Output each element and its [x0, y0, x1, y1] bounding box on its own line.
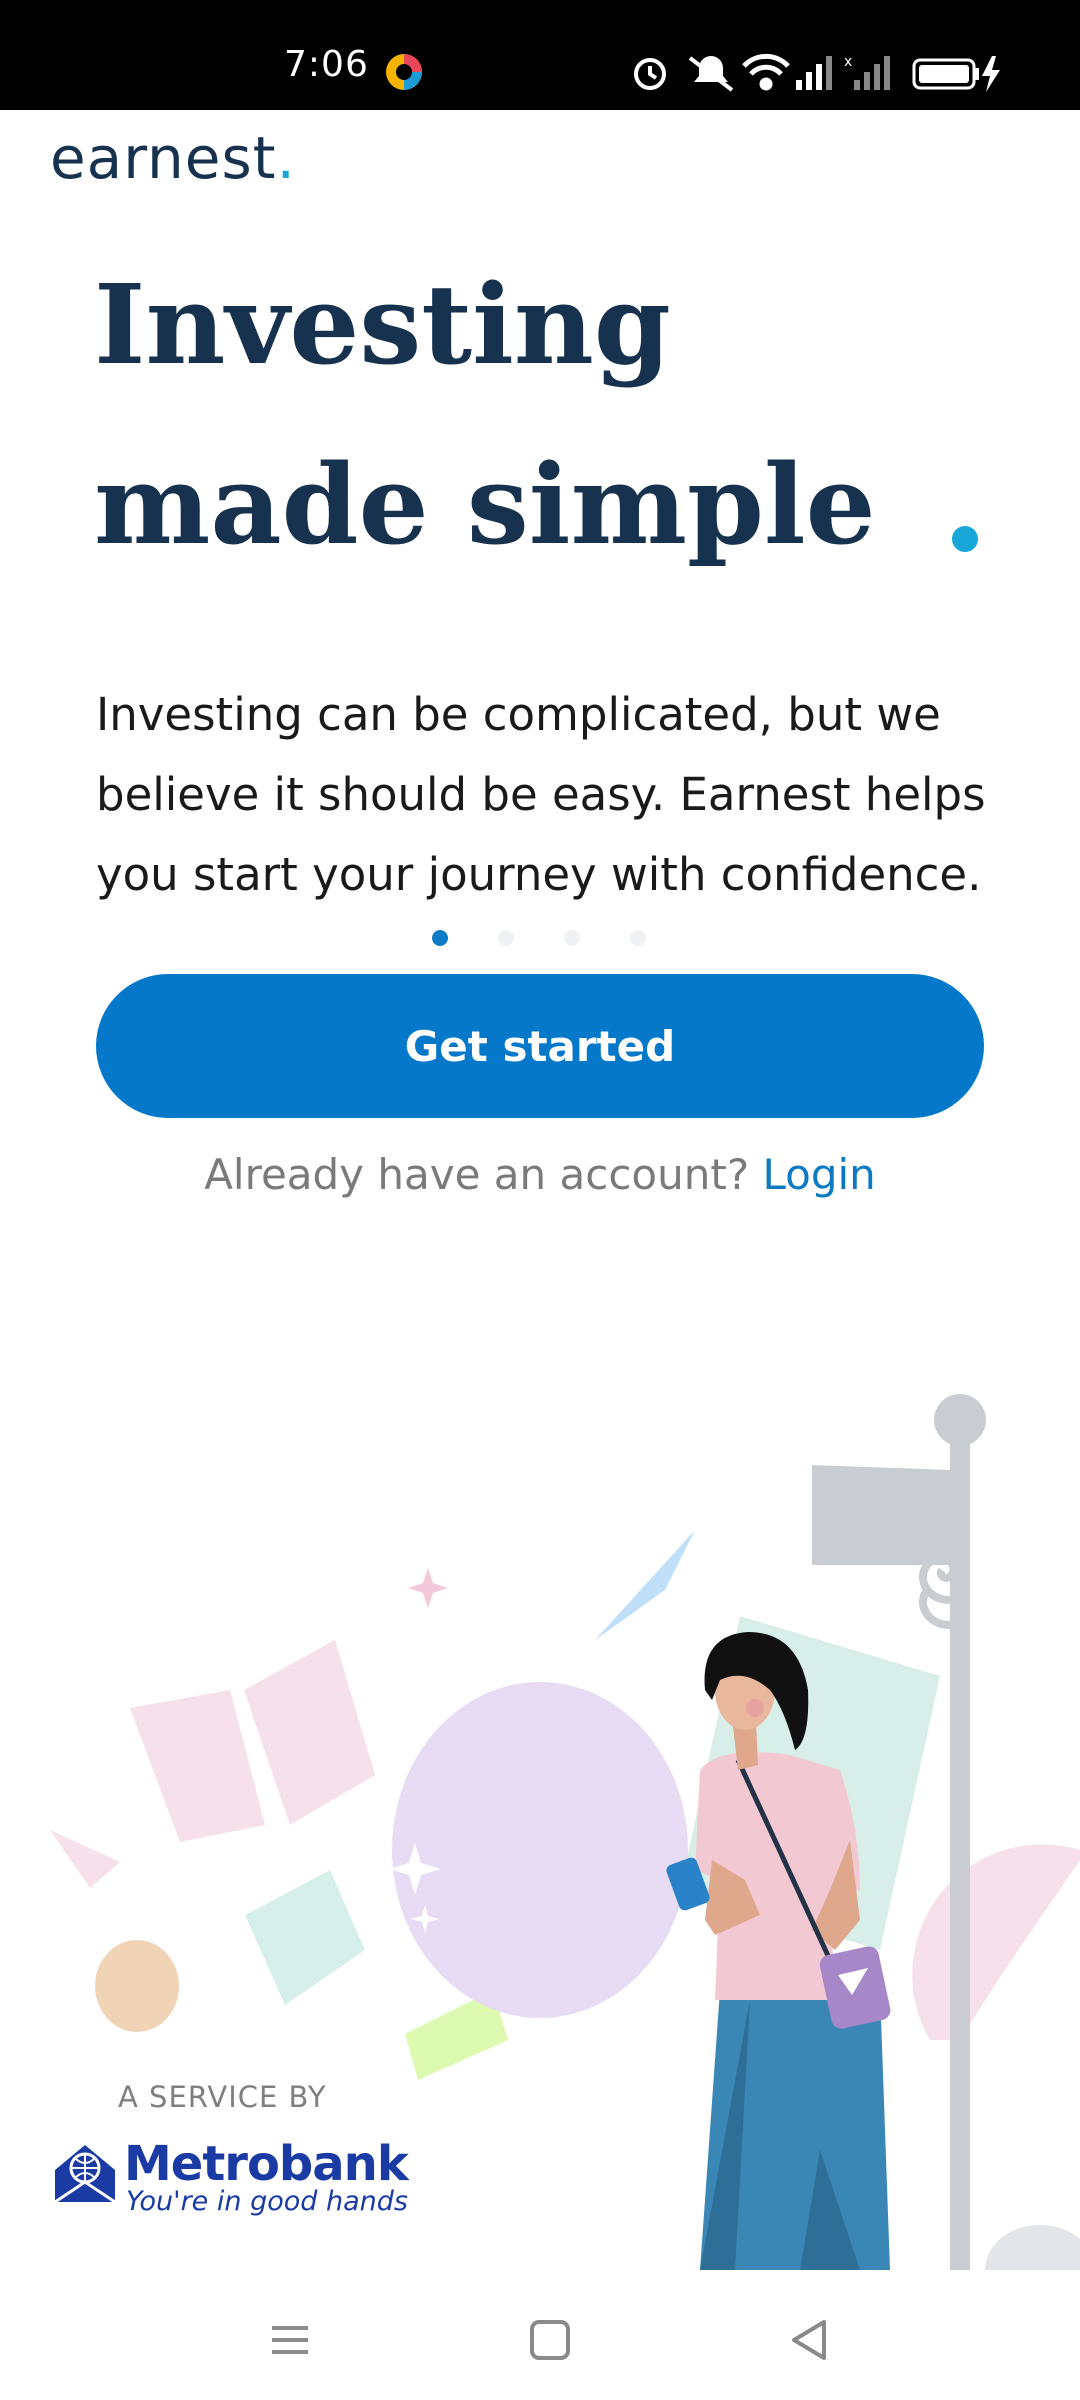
logo-dot: . [276, 124, 296, 192]
svg-text:x: x [844, 54, 852, 70]
gray-rock [985, 2225, 1080, 2270]
earnest-logo: earnest. [50, 124, 296, 192]
back-icon[interactable] [780, 2310, 840, 2370]
app-notification-icon [386, 54, 422, 90]
hero-title-line1: Investing [94, 260, 671, 389]
get-started-button[interactable]: Get started [96, 974, 984, 1118]
open-book-shape [130, 1640, 375, 1842]
logo-text: earnest [50, 124, 277, 192]
wifi-icon [742, 53, 790, 91]
peach-circle [95, 1940, 179, 2032]
navigation-bar [0, 2270, 1080, 2400]
pink-disc-shape [912, 1844, 1080, 2040]
triangle-small-shape [50, 1830, 120, 1888]
menu-icon[interactable] [260, 2310, 320, 2370]
status-icons: x [634, 53, 1000, 92]
battery-icon [912, 58, 979, 90]
sparkle-icon [408, 1568, 448, 1608]
metrobank-logo-icon [54, 2145, 116, 2204]
lavender-circle [392, 1682, 688, 2018]
carousel-dot-2[interactable] [498, 930, 514, 946]
signal-icon [796, 56, 832, 90]
login-prompt: Already have an account? Login [0, 1150, 1080, 1199]
status-time: 7:06 [284, 44, 369, 85]
carousel-dot-4[interactable] [630, 930, 646, 946]
triangle-shape [595, 1530, 695, 1640]
home-icon[interactable] [520, 2310, 580, 2370]
metrobank-brand: Metrobank [124, 2136, 409, 2192]
hero-title-line2: made simple [94, 440, 876, 569]
diamond-shape [245, 1870, 365, 2005]
carousel-dot-3[interactable] [564, 930, 580, 946]
alarm-icon [634, 58, 666, 90]
login-link[interactable]: Login [762, 1150, 875, 1199]
hero-description: Investing can be complicated, but we bel… [96, 688, 986, 901]
charging-icon [982, 56, 1000, 92]
hero-illustration [50, 1394, 1080, 2270]
carousel-indicator [432, 930, 646, 946]
service-by-label: A SERVICE BY [118, 2080, 327, 2114]
status-bar: 7:06 x [0, 0, 1080, 110]
carousel-dot-1[interactable] [432, 930, 448, 946]
mute-icon [688, 56, 734, 92]
signal-no-sim-icon: x [844, 54, 890, 90]
hero-accent-dot [952, 526, 978, 552]
metrobank-tagline: You're in good hands [126, 2186, 408, 2217]
login-prompt-text: Already have an account? [204, 1150, 750, 1199]
